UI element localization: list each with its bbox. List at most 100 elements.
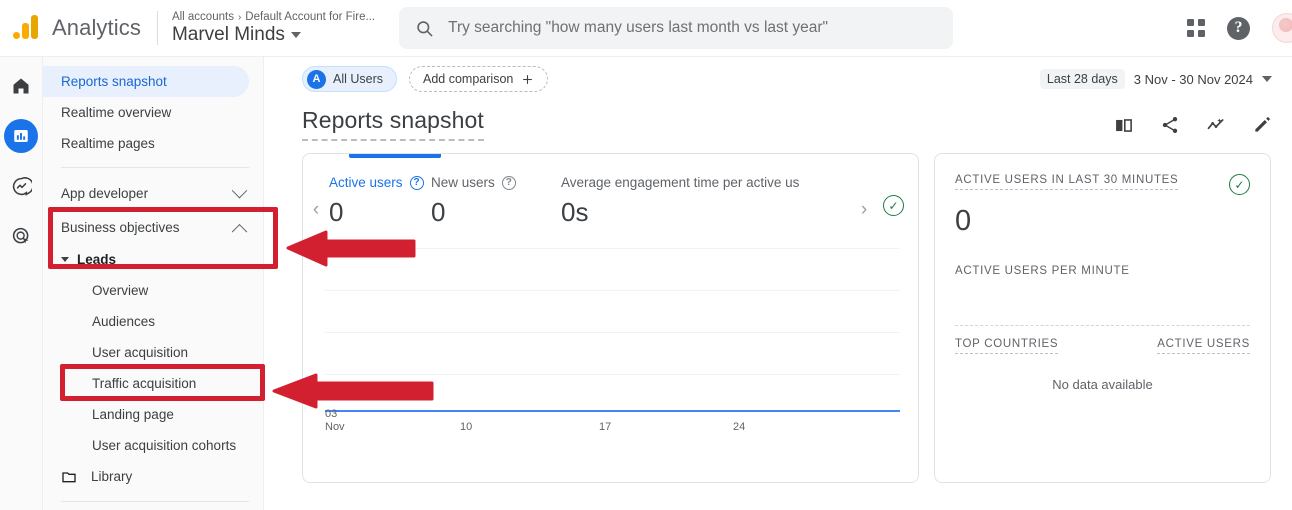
insights-sparkline-icon[interactable] xyxy=(1205,115,1227,135)
rail-item-advertising[interactable] xyxy=(4,219,38,253)
grid-apps-icon[interactable] xyxy=(1187,19,1205,37)
metric-prev-button[interactable]: ‹ xyxy=(303,173,329,221)
triangle-down-icon[interactable] xyxy=(61,257,69,262)
sidebar-item-label: Realtime pages xyxy=(61,136,155,151)
brand-title: Analytics xyxy=(52,15,141,41)
realtime-status: ✓ xyxy=(1229,174,1250,195)
gridline xyxy=(325,290,900,291)
sidebar-item-overview[interactable]: Overview xyxy=(43,275,263,306)
chevron-up-icon[interactable] xyxy=(232,223,248,239)
breadcrumb-root[interactable]: All accounts xyxy=(172,11,234,23)
column-top-countries: TOP COUNTRIES xyxy=(955,338,1058,354)
metric-value: 0 xyxy=(431,197,561,228)
sidebar-item-label: Traffic acquisition xyxy=(92,376,196,391)
sidebar-item-traffic-acquisition[interactable]: Traffic acquisition xyxy=(43,368,263,399)
sidebar-item-user-acquisition[interactable]: User acquisition xyxy=(43,337,263,368)
folder-icon xyxy=(61,469,77,485)
analytics-bars-logo xyxy=(10,11,44,45)
gridline xyxy=(325,248,900,249)
realtime-value: 0 xyxy=(955,205,1250,238)
check-circle-icon: ✓ xyxy=(883,195,904,216)
caret-down-icon[interactable] xyxy=(1262,76,1272,82)
sidebar-bottom-divider xyxy=(61,501,249,502)
search-placeholder: Try searching "how many users last month… xyxy=(448,19,828,37)
rail-item-home[interactable] xyxy=(4,69,38,103)
user-avatar[interactable] xyxy=(1272,13,1292,43)
sidebar-item-label: Realtime overview xyxy=(61,105,171,120)
help-question-icon[interactable]: ? xyxy=(1227,17,1250,40)
metrics-row: ‹ Active users ? 0 New users ? 0 xyxy=(303,159,918,228)
explore-trend-icon xyxy=(11,176,32,197)
sidebar-subgroup-label: Leads xyxy=(77,252,116,267)
sidebar-subgroup-leads[interactable]: Leads xyxy=(43,244,263,275)
add-comparison-button[interactable]: Add comparison xyxy=(409,66,548,92)
breadcrumb-account[interactable]: Default Account for Fire... xyxy=(245,11,375,23)
reports-bar-chart-icon xyxy=(12,127,30,145)
sidebar-group-label: App developer xyxy=(61,186,234,201)
overview-card: ‹ Active users ? 0 New users ? 0 xyxy=(302,153,919,483)
metric-label: New users ? xyxy=(431,175,561,190)
plus-icon xyxy=(521,73,534,86)
metric-active-users[interactable]: Active users ? 0 xyxy=(329,173,431,228)
metric-avg-engagement-time[interactable]: Average engagement time per active us 0s xyxy=(561,173,849,228)
main-content: A All Users Add comparison Last 28 days … xyxy=(264,57,1292,510)
sidebar-item-label: User acquisition xyxy=(92,345,188,360)
sidebar-item-audiences[interactable]: Audiences xyxy=(43,306,263,337)
active-users-chart: 03 Nov 10 17 24 xyxy=(325,246,900,446)
property-name[interactable]: Marvel Minds xyxy=(172,24,375,46)
sidebar-item-realtime-overview[interactable]: Realtime overview xyxy=(43,97,249,128)
date-range-selector[interactable]: Last 28 days 3 Nov - 30 Nov 2024 xyxy=(1040,69,1292,89)
search-bar[interactable]: Try searching "how many users last month… xyxy=(399,7,953,49)
overview-status: ✓ xyxy=(879,173,918,216)
metric-new-users[interactable]: New users ? 0 xyxy=(431,173,561,228)
gridline xyxy=(325,374,900,375)
help-circle-icon[interactable]: ? xyxy=(502,176,516,190)
caret-down-icon[interactable] xyxy=(291,32,301,38)
edit-pencil-icon[interactable] xyxy=(1252,115,1272,135)
add-comparison-label: Add comparison xyxy=(423,72,513,86)
rail-item-explore[interactable] xyxy=(4,169,38,203)
help-circle-icon[interactable]: ? xyxy=(410,176,424,190)
x-tick-label: 17 xyxy=(599,421,611,434)
metric-next-button[interactable]: › xyxy=(849,173,879,221)
compare-split-icon[interactable] xyxy=(1113,116,1135,135)
app-root: Analytics All accounts › Default Account f… xyxy=(0,0,1292,510)
header-actions: ? xyxy=(1187,13,1292,43)
all-users-chip[interactable]: A All Users xyxy=(302,66,397,92)
comparison-toolbar: A All Users Add comparison Last 28 days … xyxy=(264,57,1292,101)
chevron-down-icon[interactable] xyxy=(232,182,248,198)
home-icon xyxy=(11,76,31,96)
metric-value: 0 xyxy=(329,197,431,228)
account-selector[interactable]: All accounts › Default Account for Fire...… xyxy=(172,11,375,46)
rail-item-reports[interactable] xyxy=(4,119,38,153)
sidebar-item-label: Overview xyxy=(92,283,148,298)
sidebar-group-app-developer[interactable]: App developer xyxy=(43,176,263,210)
sidebar-item-landing-page[interactable]: Landing page xyxy=(43,399,263,430)
sidebar-group-business-objectives[interactable]: Business objectives xyxy=(43,210,263,244)
no-data-message: No data available xyxy=(955,377,1250,392)
header-divider xyxy=(157,11,158,45)
breadcrumb: All accounts › Default Account for Fire... xyxy=(172,11,375,23)
chart-zero-line xyxy=(325,410,900,412)
x-tick-label: 03 Nov xyxy=(325,408,345,434)
x-tick-label: 24 xyxy=(733,421,745,434)
sidebar-group-label: Business objectives xyxy=(61,220,234,235)
metric-value: 0s xyxy=(561,197,849,228)
page-header: Reports snapshot xyxy=(264,101,1292,141)
share-icon[interactable] xyxy=(1160,115,1180,135)
sidebar-item-realtime-pages[interactable]: Realtime pages xyxy=(43,128,249,159)
breadcrumb-separator: › xyxy=(238,12,241,23)
sidebar-item-label: Audiences xyxy=(92,314,155,329)
sidebar-item-label: Library xyxy=(91,469,132,484)
metric-label: Active users ? xyxy=(329,175,431,190)
page-actions xyxy=(1113,107,1272,135)
card-row: ‹ Active users ? 0 New users ? 0 xyxy=(264,141,1292,483)
sidebar-item-user-acquisition-cohorts[interactable]: User acquisition cohorts xyxy=(43,430,263,461)
all-users-chip-label: All Users xyxy=(333,72,383,86)
realtime-header: ACTIVE USERS IN LAST 30 MINUTES ✓ xyxy=(955,174,1250,195)
segment-initial-badge: A xyxy=(307,70,326,89)
sidebar-divider xyxy=(61,167,249,168)
check-circle-icon: ✓ xyxy=(1229,174,1250,195)
sidebar-item-library[interactable]: Library xyxy=(43,461,263,492)
sidebar-item-reports-snapshot[interactable]: Reports snapshot xyxy=(43,66,249,97)
